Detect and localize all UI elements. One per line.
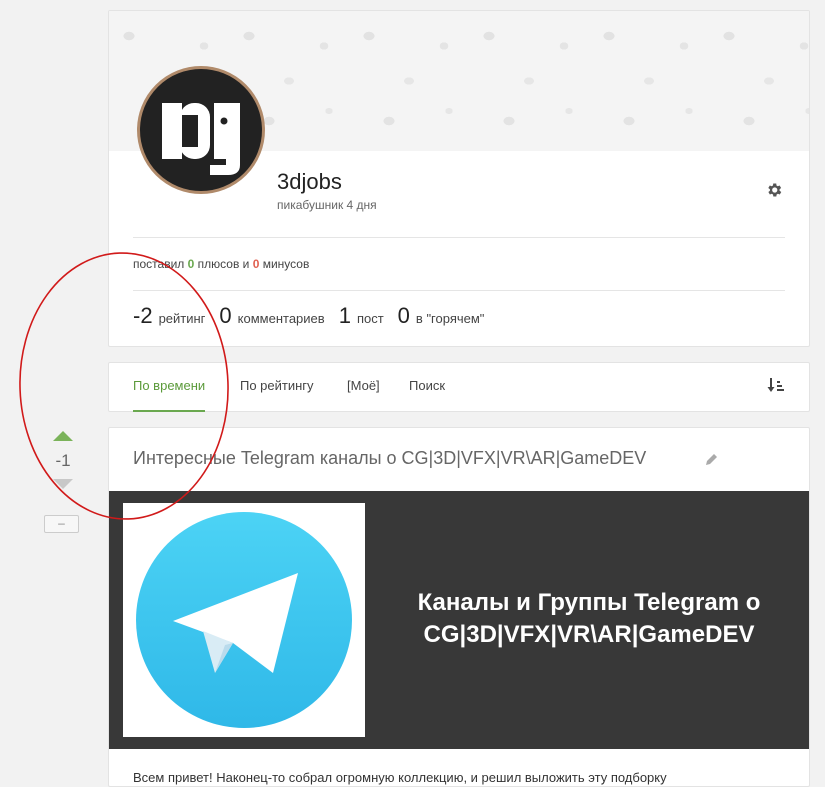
minus-label: минусов xyxy=(259,257,310,271)
stat-value: -2 xyxy=(133,303,153,328)
collapse-button[interactable]: – xyxy=(44,515,79,533)
stat-comments[interactable]: 0 комментариев xyxy=(219,303,324,329)
upvote-arrow-icon[interactable] xyxy=(53,431,73,441)
story-card: Интересные Telegram каналы о CG|3D|VFX|V… xyxy=(108,427,810,787)
sort-icon[interactable] xyxy=(767,377,785,395)
stat-posts[interactable]: 1 пост xyxy=(339,303,384,329)
votes-summary: поставил 0 плюсов и 0 минусов xyxy=(133,257,309,271)
stat-rating: -2 рейтинг xyxy=(133,303,205,329)
tab-by-rating[interactable]: По рейтингу xyxy=(240,378,314,412)
story-rating: -1 xyxy=(55,451,71,470)
divider xyxy=(133,290,785,291)
story-text: Всем привет! Наконец-то собрал огромную … xyxy=(133,770,667,785)
tab-by-time[interactable]: По времени xyxy=(133,378,206,412)
telegram-logo xyxy=(123,503,365,737)
tab-mine[interactable]: [Моё] xyxy=(347,378,380,412)
profile-username[interactable]: 3djobs xyxy=(277,169,342,195)
sort-tabs: По времени По рейтингу [Моё] Поиск xyxy=(108,362,810,412)
profile-since: пикабушник 4 дня xyxy=(277,198,377,212)
banner-text: Каналы и Группы Telegram о CG|3D|VFX|VR\… xyxy=(389,587,789,651)
gear-icon[interactable] xyxy=(765,181,785,201)
divider xyxy=(133,237,785,238)
stat-hot[interactable]: 0 в "горячем" xyxy=(398,303,485,329)
downvote-arrow-icon[interactable] xyxy=(53,479,73,489)
banner-line-2: CG|3D|VFX|VR\AR|GameDEV xyxy=(423,621,755,648)
stat-label: комментариев xyxy=(237,311,325,326)
avatar[interactable] xyxy=(137,66,265,194)
stat-value: 0 xyxy=(219,303,232,328)
tab-search[interactable]: Поиск xyxy=(409,378,445,412)
story-title[interactable]: Интересные Telegram каналы о CG|3D|VFX|V… xyxy=(133,448,646,469)
stat-label: рейтинг xyxy=(158,311,206,326)
pencil-icon[interactable] xyxy=(705,452,719,466)
plus-label: плюсов и xyxy=(194,257,253,271)
votes-prefix: поставил xyxy=(133,257,188,271)
stat-value: 0 xyxy=(397,303,410,328)
story-banner-image: Каналы и Группы Telegram о CG|3D|VFX|VR\… xyxy=(109,491,809,749)
stat-label: в "горячем" xyxy=(415,311,485,326)
stat-value: 1 xyxy=(338,303,351,328)
profile-stats: -2 рейтинг 0 комментариев 1 пост 0 в "го… xyxy=(133,303,498,329)
stat-label: пост xyxy=(356,311,384,326)
banner-line-1: Каналы и Группы Telegram о xyxy=(417,589,761,616)
profile-card: 3djobs пикабушник 4 дня поставил 0 плюсо… xyxy=(108,10,810,347)
